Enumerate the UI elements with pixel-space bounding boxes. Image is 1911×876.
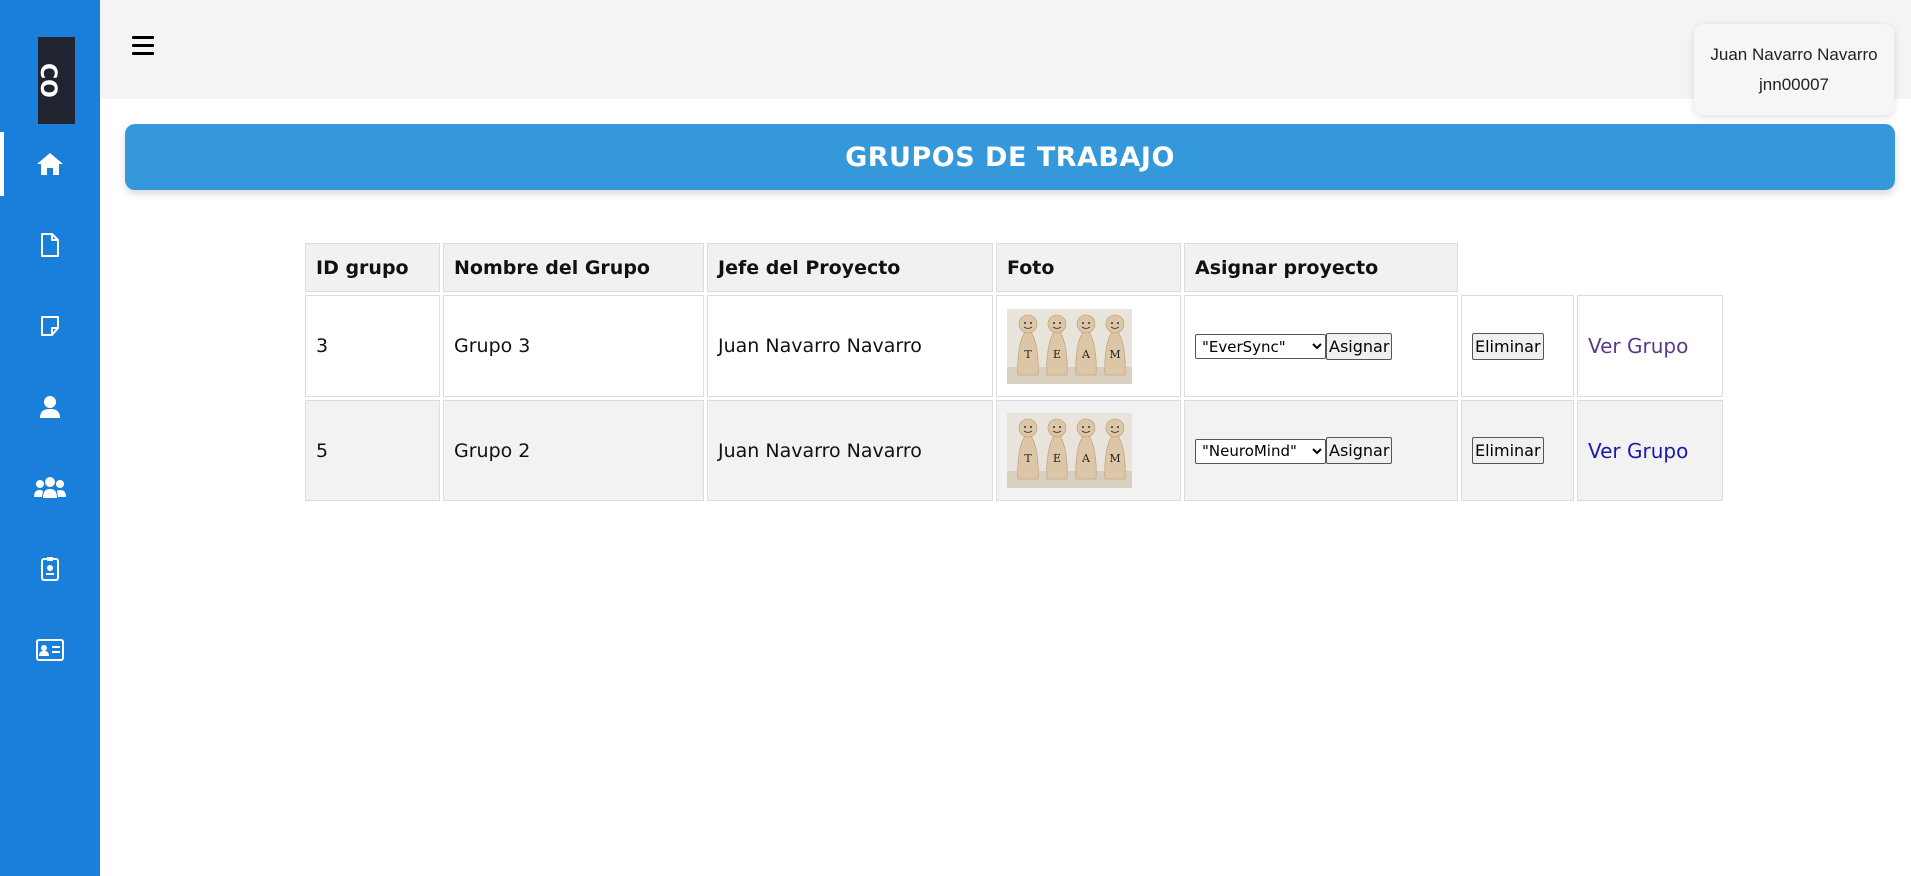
cell-view: Ver Grupo bbox=[1577, 295, 1723, 397]
menu-toggle-icon[interactable] bbox=[132, 36, 156, 60]
table-row: 3 Grupo 3 Juan Navarro Navarro T E A M "… bbox=[305, 295, 1723, 397]
document-icon bbox=[40, 233, 60, 257]
header-photo: Foto bbox=[996, 243, 1181, 292]
app-logo[interactable]: CO bbox=[38, 37, 75, 124]
view-group-link[interactable]: Ver Grupo bbox=[1588, 334, 1688, 358]
note-icon bbox=[39, 315, 61, 337]
cell-leader: Juan Navarro Navarro bbox=[707, 295, 993, 397]
assign-button[interactable]: Asignar bbox=[1326, 332, 1393, 360]
cell-leader: Juan Navarro Navarro bbox=[707, 400, 993, 501]
cell-id: 5 bbox=[305, 400, 440, 501]
cell-id: 3 bbox=[305, 295, 440, 397]
group-photo: T E A M bbox=[1007, 413, 1132, 488]
sidebar-item-card[interactable] bbox=[0, 618, 100, 682]
cell-photo: T E A M bbox=[996, 295, 1181, 397]
photo-letter: T bbox=[1024, 348, 1032, 361]
table-header-row: ID grupo Nombre del Grupo Jefe del Proye… bbox=[305, 243, 1723, 292]
project-select[interactable]: "EverSync" bbox=[1195, 334, 1326, 359]
cell-assign: "NeuroMind" Asignar bbox=[1184, 400, 1458, 501]
delete-button[interactable]: Eliminar bbox=[1472, 332, 1544, 360]
photo-letter: E bbox=[1053, 452, 1061, 465]
photo-letter: M bbox=[1109, 348, 1120, 361]
photo-letter: T bbox=[1024, 452, 1032, 465]
groups-table: ID grupo Nombre del Grupo Jefe del Proye… bbox=[302, 240, 1726, 504]
photo-letter: A bbox=[1081, 348, 1091, 361]
group-photo: T E A M bbox=[1007, 308, 1132, 384]
sidebar: CO bbox=[0, 0, 100, 876]
cell-delete: Eliminar bbox=[1461, 400, 1574, 501]
sidebar-item-home[interactable] bbox=[0, 132, 100, 196]
user-username: jnn00007 bbox=[1759, 74, 1829, 94]
header-name: Nombre del Grupo bbox=[443, 243, 704, 292]
top-bar bbox=[100, 0, 1911, 99]
photo-letter: M bbox=[1109, 452, 1120, 465]
user-name: Juan Navarro Navarro bbox=[1710, 44, 1878, 64]
sidebar-item-badge[interactable] bbox=[0, 537, 100, 601]
project-select[interactable]: "NeuroMind" bbox=[1195, 438, 1326, 464]
cell-view: Ver Grupo bbox=[1577, 400, 1723, 501]
id-card-icon bbox=[36, 639, 64, 661]
sidebar-item-documents[interactable] bbox=[0, 213, 100, 277]
user-icon bbox=[39, 395, 61, 419]
cell-delete: Eliminar bbox=[1461, 295, 1574, 397]
header-assign: Asignar proyecto bbox=[1184, 243, 1458, 292]
photo-letter: A bbox=[1081, 452, 1091, 465]
header-leader: Jefe del Proyecto bbox=[707, 243, 993, 292]
table-row: 5 Grupo 2 Juan Navarro Navarro T E A M "… bbox=[305, 400, 1723, 501]
page-title: GRUPOS DE TRABAJO bbox=[845, 141, 1175, 173]
sidebar-item-groups[interactable] bbox=[0, 456, 100, 520]
cell-assign: "EverSync" Asignar bbox=[1184, 295, 1458, 397]
user-card[interactable]: Juan Navarro Navarro jnn00007 bbox=[1694, 24, 1894, 115]
delete-button[interactable]: Eliminar bbox=[1472, 437, 1544, 464]
photo-letter: E bbox=[1053, 348, 1061, 361]
users-group-icon bbox=[34, 476, 66, 500]
view-group-link[interactable]: Ver Grupo bbox=[1588, 439, 1688, 463]
page-title-banner: GRUPOS DE TRABAJO bbox=[125, 124, 1895, 190]
cell-name: Grupo 2 bbox=[443, 400, 704, 501]
header-id: ID grupo bbox=[305, 243, 440, 292]
logo-text: CO bbox=[38, 63, 60, 98]
sidebar-item-profile[interactable] bbox=[0, 375, 100, 439]
cell-photo: T E A M bbox=[996, 400, 1181, 501]
assign-button[interactable]: Asignar bbox=[1326, 437, 1393, 464]
sidebar-item-notes[interactable] bbox=[0, 294, 100, 358]
cell-name: Grupo 3 bbox=[443, 295, 704, 397]
home-icon bbox=[36, 152, 64, 176]
id-badge-icon bbox=[41, 557, 59, 581]
